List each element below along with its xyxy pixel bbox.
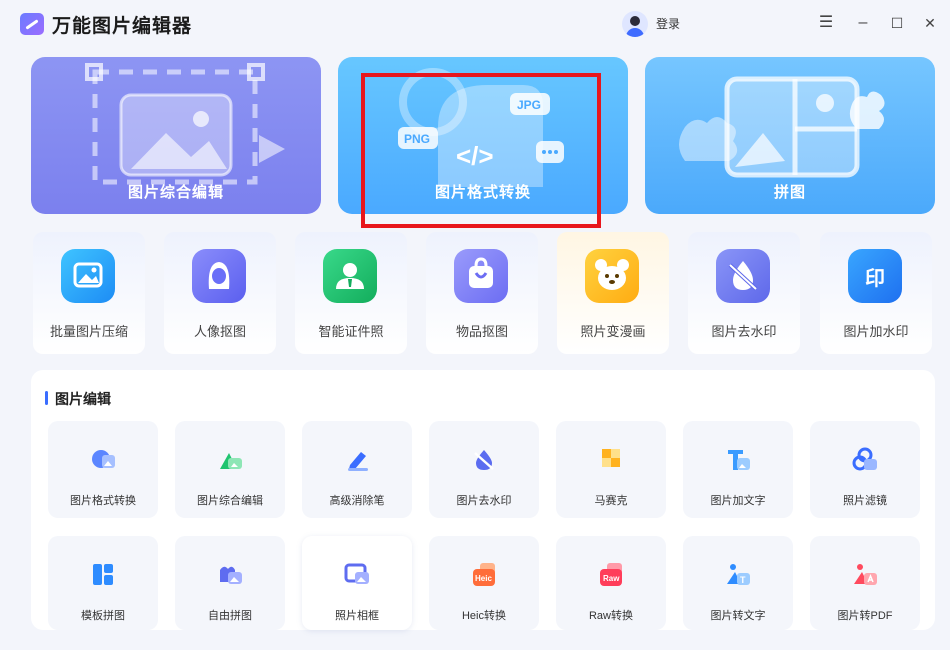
filter-icon	[852, 447, 877, 471]
tool-label: 照片变漫画	[580, 324, 646, 339]
heic-convert-icon: Heic	[473, 563, 495, 586]
cell-label: 高级消除笔	[329, 495, 385, 507]
free-collage-icon	[220, 566, 242, 584]
cell-photo-frame[interactable]: 照片相框	[302, 536, 412, 630]
cell-heic-convert[interactable]: Heic Heic转换	[429, 536, 539, 630]
tool-label: 批量图片压缩	[49, 324, 128, 339]
tool-label: 物品抠图	[455, 324, 508, 339]
image-to-text-icon: T	[727, 564, 750, 585]
cell-image-to-pdf[interactable]: 图片转PDF	[810, 536, 920, 630]
section-accent-bar	[45, 391, 48, 405]
cell-raw-convert[interactable]: Raw Raw转换	[556, 536, 666, 630]
cell-label: 模板拼图	[81, 610, 125, 622]
image-edit-icon	[220, 453, 242, 469]
tool-add-watermark[interactable]: 印 图片加水印	[820, 232, 932, 354]
tool-portrait-cutout[interactable]: 人像抠图	[164, 232, 276, 354]
mosaic-icon	[602, 449, 620, 467]
remove-watermark-icon	[716, 249, 770, 303]
tool-object-cutout[interactable]: 物品抠图	[426, 232, 538, 354]
cell-filter[interactable]: 照片滤镜	[810, 421, 920, 518]
cell-image-edit[interactable]: 图片综合编辑	[175, 421, 285, 518]
format-convert-icon	[92, 450, 115, 468]
cell-format-convert[interactable]: 图片格式转换	[48, 421, 158, 518]
object-cutout-icon	[454, 249, 508, 303]
cell-label: 照片滤镜	[843, 495, 887, 507]
app-title: 万能图片编辑器	[52, 16, 193, 37]
cell-mosaic[interactable]: 马赛克	[556, 421, 666, 518]
template-collage-icon	[93, 564, 113, 585]
cell-free-collage[interactable]: 自由拼图	[175, 536, 285, 630]
add-watermark-icon: 印	[848, 249, 902, 303]
hero-image-edit[interactable]: 图片综合编辑	[31, 57, 321, 214]
tool-label: 人像抠图	[193, 324, 246, 339]
cell-label: 自由拼图	[208, 610, 252, 622]
cell-eraser-pen[interactable]: 高级消除笔	[302, 421, 412, 518]
hero-label: 图片综合编辑	[127, 184, 224, 201]
tool-remove-watermark[interactable]: 图片去水印	[688, 232, 800, 354]
cartoon-icon	[585, 249, 639, 303]
svg-text:T: T	[740, 575, 746, 585]
maximize-button[interactable]: ☐	[884, 10, 910, 36]
cell-add-text[interactable]: 图片加文字	[683, 421, 793, 518]
cell-image-to-text[interactable]: T 图片转文字	[683, 536, 793, 630]
cell-label: 图片转PDF	[837, 610, 893, 622]
remove-watermark-icon	[474, 450, 494, 470]
cell-label: 马赛克	[594, 495, 628, 507]
cell-label: Raw转换	[588, 610, 633, 622]
hero-collage[interactable]: 拼图	[645, 57, 935, 214]
cell-template-collage[interactable]: 模板拼图	[48, 536, 158, 630]
cell-label: 图片去水印	[456, 495, 512, 507]
hero-label: 拼图	[773, 184, 806, 201]
cell-label: 图片加文字	[710, 495, 766, 507]
add-text-icon	[728, 450, 750, 470]
cell-label: 图片格式转换	[70, 495, 136, 507]
menu-icon[interactable]: ☰	[813, 10, 839, 36]
app-logo-icon	[20, 13, 44, 35]
minimize-button[interactable]: –	[850, 10, 876, 36]
id-photo-icon	[323, 249, 377, 303]
tool-batch-compress[interactable]: 批量图片压缩	[33, 232, 145, 354]
login-link[interactable]: 登录	[656, 15, 680, 32]
title-bar: 万能图片编辑器 登录 ☰ – ☐ ✕	[0, 0, 950, 48]
cell-label: 图片转文字	[710, 610, 766, 622]
batch-compress-icon	[61, 249, 115, 303]
cell-label: 照片相框	[335, 610, 379, 622]
tool-cartoon[interactable]: 照片变漫画	[557, 232, 669, 354]
cell-label: 图片综合编辑	[197, 495, 263, 507]
eraser-pen-icon	[348, 452, 368, 471]
photo-frame-icon	[344, 563, 369, 584]
tool-label: 图片加水印	[843, 324, 909, 339]
tool-label: 智能证件照	[318, 324, 384, 339]
section-title: 图片编辑	[55, 391, 111, 407]
portrait-cutout-icon	[192, 249, 246, 303]
svg-text:Raw: Raw	[603, 574, 620, 583]
svg-text:Heic: Heic	[475, 574, 492, 583]
raw-convert-icon: Raw	[600, 563, 622, 586]
cell-label: Heic转换	[461, 610, 506, 622]
image-to-pdf-icon	[854, 564, 877, 585]
cell-remove-watermark[interactable]: 图片去水印	[429, 421, 539, 518]
tool-label: 图片去水印	[711, 324, 777, 339]
selection-highlight	[361, 73, 601, 228]
avatar[interactable]	[622, 11, 648, 37]
tool-id-photo[interactable]: 智能证件照	[295, 232, 407, 354]
close-button[interactable]: ✕	[917, 10, 943, 36]
